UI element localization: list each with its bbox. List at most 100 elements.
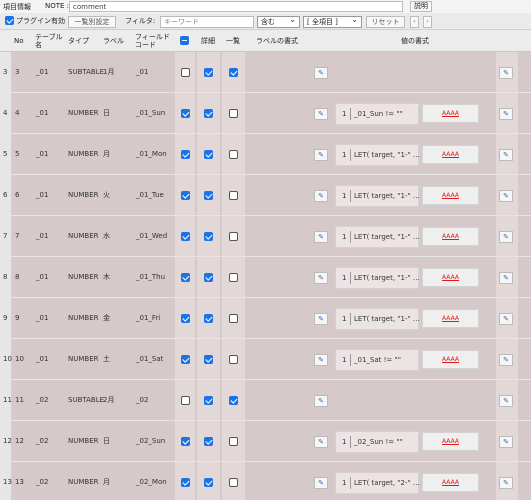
edit-value-format-button[interactable]: ✎ [499,272,513,284]
row-list-checkbox[interactable] [229,232,238,241]
format-preview-link[interactable]: AAAA [422,145,479,164]
edit-label-format-button[interactable]: ✎ [314,231,328,243]
list-settings-button[interactable]: 一覧別設定 [68,16,116,28]
row-type: NUMBER [68,437,99,445]
edit-label-format-button[interactable]: ✎ [314,190,328,202]
row-list-checkbox[interactable] [229,273,238,282]
format-preview-link[interactable]: AAAA [422,186,479,205]
reset-button[interactable]: リセット [366,16,405,28]
row-list-checkbox[interactable] [229,150,238,159]
row-list-checkbox[interactable] [229,314,238,323]
edit-value-format-button[interactable]: ✎ [499,477,513,489]
scope-select[interactable]: [ 全項目 ] [303,15,362,28]
table-row: 66_01NUMBER火_01_Tue✎11LET( target, "1-" … [0,175,531,216]
row-list-checkbox[interactable] [229,437,238,446]
row-index: 13 [3,478,12,486]
row-list-checkbox[interactable] [229,355,238,364]
row-field-code: _01_Sun [136,109,166,117]
format-preview-link[interactable]: AAAA [422,432,479,451]
row-detail-checkbox[interactable] [204,68,213,77]
help-button[interactable]: 説明 [410,1,432,12]
row-select-checkbox[interactable] [181,314,190,323]
format-divider [350,272,351,284]
edit-value-format-button[interactable]: ✎ [499,149,513,161]
edit-value-format-button[interactable]: ✎ [499,436,513,448]
edit-value-format-button[interactable]: ✎ [499,190,513,202]
format-preview-link[interactable]: AAAA [422,268,479,287]
row-select-checkbox[interactable] [181,355,190,364]
row-detail-checkbox[interactable] [204,273,213,282]
row-select-checkbox[interactable] [181,232,190,241]
format-condition-count: 1 [342,192,347,200]
row-detail-checkbox[interactable] [204,232,213,241]
row-field-code: _01_Thu [136,273,166,281]
table-row: 1010_01NUMBER土_01_Sat✎11_01_Sat != ""AAA… [0,339,531,380]
format-preview-link[interactable]: AAAA [422,350,479,369]
edit-value-format-button[interactable]: ✎ [499,354,513,366]
edit-label-format-button[interactable]: ✎ [314,313,328,325]
note-input[interactable]: comment [69,1,403,12]
row-detail-checkbox[interactable] [204,437,213,446]
table-row: 88_01NUMBER木_01_Thu✎11LET( target, "1-" … [0,257,531,298]
row-list-checkbox[interactable] [229,68,238,77]
format-preview-link[interactable]: AAAA [422,473,479,492]
row-detail-checkbox[interactable] [204,109,213,118]
edit-value-format-button[interactable]: ✎ [499,231,513,243]
edit-label-format-button[interactable]: ✎ [314,436,328,448]
row-detail-checkbox[interactable] [204,150,213,159]
format-condition-text: LET( target, "1-" … [354,315,420,323]
edit-label-format-button[interactable]: ✎ [314,67,328,79]
row-list-checkbox[interactable] [229,478,238,487]
edit-label-format-button[interactable]: ✎ [314,395,328,407]
next-page-button[interactable]: › [423,16,432,28]
row-select-checkbox[interactable] [181,109,190,118]
row-select-checkbox[interactable] [181,150,190,159]
row-label: 土 [103,355,110,363]
row-type: NUMBER [68,109,99,117]
edit-label-format-button[interactable]: ✎ [314,149,328,161]
row-detail-checkbox[interactable] [204,355,213,364]
row-table-name: _01 [36,109,49,117]
edit-value-format-button[interactable]: ✎ [499,313,513,325]
row-index: 5 [3,150,8,158]
prev-page-button[interactable]: ‹ [410,16,419,28]
row-select-checkbox[interactable] [181,396,190,405]
format-divider [350,477,351,489]
filter-input[interactable]: キーワード [160,16,254,28]
row-select-checkbox[interactable] [181,437,190,446]
format-preview-link[interactable]: AAAA [422,227,479,246]
row-type: NUMBER [68,150,99,158]
row-list-checkbox[interactable] [229,109,238,118]
format-preview-link[interactable]: AAAA [422,309,479,328]
row-no: 12 [15,437,24,445]
row-no: 7 [15,232,20,240]
edit-label-format-button[interactable]: ✎ [314,272,328,284]
edit-value-format-button[interactable]: ✎ [499,395,513,407]
row-detail-checkbox[interactable] [204,314,213,323]
edit-label-format-button[interactable]: ✎ [314,354,328,366]
row-select-checkbox[interactable] [181,191,190,200]
row-select-checkbox[interactable] [181,273,190,282]
edit-label-format-button[interactable]: ✎ [314,477,328,489]
row-detail-checkbox[interactable] [204,396,213,405]
edit-value-format-button[interactable]: ✎ [499,67,513,79]
edit-label-format-button[interactable]: ✎ [314,108,328,120]
row-select-checkbox[interactable] [181,478,190,487]
row-detail-checkbox[interactable] [204,191,213,200]
edit-value-format-button[interactable]: ✎ [499,108,513,120]
match-mode-select[interactable]: 含む [257,15,300,28]
row-select-checkbox[interactable] [181,68,190,77]
select-all-checkbox[interactable] [180,36,189,45]
row-type: NUMBER [68,478,99,486]
col-table-name: テーブル名 [35,33,63,49]
table-header: No テーブル名 タイプ ラベル フィールドコード 詳細 一覧 ラベルの書式 値… [0,30,531,52]
format-preview-link[interactable]: AAAA [422,104,479,123]
row-list-checkbox[interactable] [229,191,238,200]
row-no: 8 [15,273,20,281]
plugin-enabled-checkbox[interactable] [5,16,14,25]
format-divider [350,313,351,325]
row-index: 10 [3,355,12,363]
row-detail-checkbox[interactable] [204,478,213,487]
row-field-code: _02 [136,396,149,404]
row-list-checkbox[interactable] [229,396,238,405]
